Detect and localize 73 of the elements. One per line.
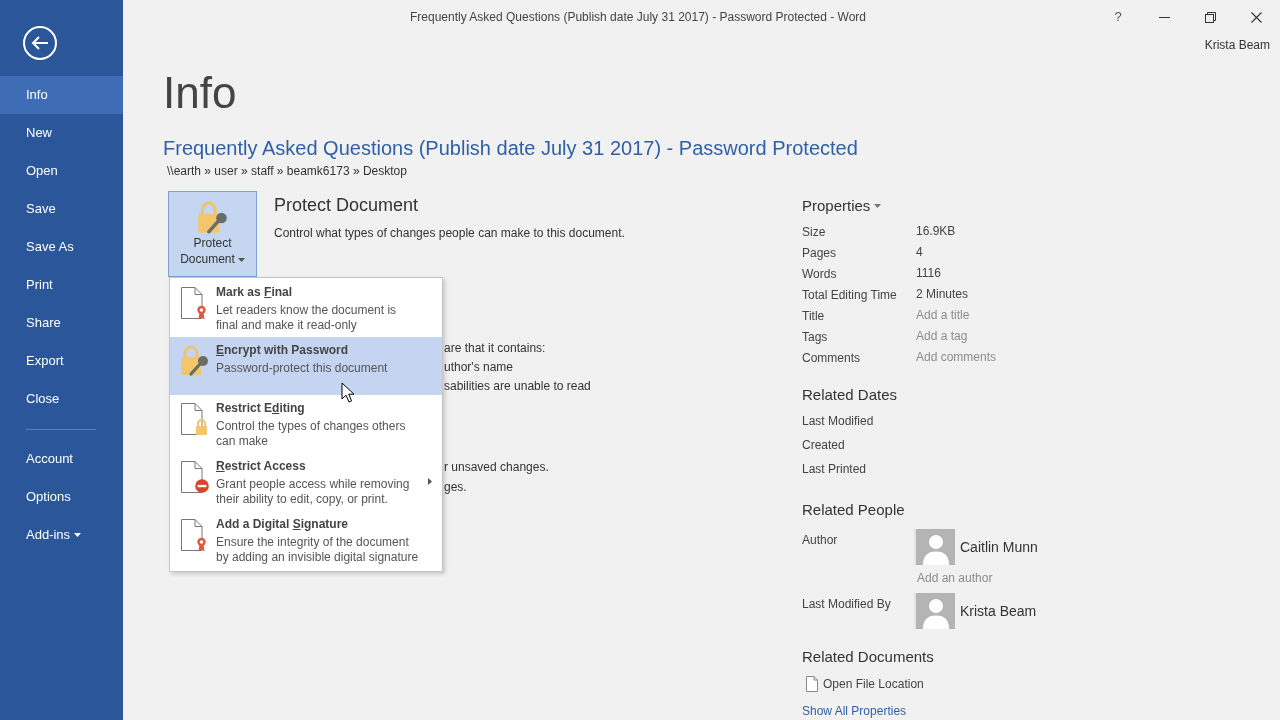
- property-label: Tags: [802, 329, 828, 344]
- menu-item[interactable]: Encrypt with Password Password-protect this document: [170, 337, 442, 395]
- partial-text-line: ges.: [444, 479, 467, 496]
- sidebar-item[interactable]: Print: [0, 266, 123, 304]
- date-label: Last Modified: [802, 413, 874, 430]
- menu-item[interactable]: Add a Digital Signature Ensure the integrity of the document by adding an invisible digital signature: [170, 511, 442, 569]
- open-file-location-button[interactable]: Open File Location: [806, 676, 924, 692]
- sidebar-item[interactable]: Options: [0, 478, 123, 516]
- properties-heading[interactable]: Properties: [802, 194, 871, 218]
- section-description: Control what types of changes people can make to this document.: [274, 226, 625, 240]
- sidebar-item[interactable]: Share: [0, 304, 123, 342]
- menu-item[interactable]: Restrict Editing Control the types of changes others can make: [170, 395, 442, 453]
- caret-icon: [874, 204, 882, 208]
- avatar-icon: [914, 593, 955, 629]
- property-field[interactable]: Add comments: [916, 347, 1046, 366]
- document-icon: [806, 676, 818, 692]
- partial-text-line: sabilities are unable to read: [444, 377, 591, 395]
- property-label: Size: [802, 224, 826, 239]
- menu-item[interactable]: Mark as Final Let readers know the document is final and make it read-only: [170, 279, 442, 337]
- page-heading: Info: [163, 68, 237, 117]
- sidebar-item[interactable]: Add-ins: [0, 516, 123, 554]
- partial-text-line: uthor's name: [444, 358, 513, 376]
- section-heading: Related Documents: [802, 646, 934, 667]
- property-label: Pages: [802, 245, 837, 260]
- show-all-properties-link[interactable]: Show All Properties: [802, 704, 907, 718]
- restore-icon: [1204, 11, 1216, 23]
- add-author-field[interactable]: Add an author: [917, 570, 1037, 586]
- property-field[interactable]: Add a tag: [916, 326, 1046, 345]
- file-path: \\earth » user » staff » beamk6173 » Desktop: [167, 164, 407, 178]
- section-heading: Related People: [802, 499, 905, 520]
- sidebar-item[interactable]: Save As: [0, 228, 123, 266]
- sidebar-item[interactable]: Info: [0, 76, 123, 114]
- help-button[interactable]: ?: [1095, 0, 1141, 34]
- person-name: Krista Beam: [960, 601, 1037, 621]
- section-heading: Protect Document: [274, 195, 419, 215]
- date-label: Created: [802, 437, 845, 454]
- lock-key-icon: [180, 344, 210, 378]
- close-icon: [1250, 11, 1262, 23]
- sidebar-item[interactable]: Open: [0, 152, 123, 190]
- avatar-icon: [914, 529, 955, 565]
- property-value: 2 Minutes: [916, 285, 969, 303]
- property-value: 1116: [916, 264, 941, 282]
- cursor-icon: [341, 382, 355, 403]
- document-lock-icon: [180, 402, 210, 436]
- minimize-icon: [1158, 16, 1170, 18]
- sidebar-item[interactable]: New: [0, 114, 123, 152]
- person-role-label: Last Modified By: [802, 597, 891, 611]
- partial-text-line: r unsaved changes.: [444, 459, 549, 476]
- sidebar-item[interactable]: Account: [0, 440, 123, 478]
- sidebar-item[interactable]: Close: [0, 380, 123, 418]
- document-no-entry-icon: [180, 460, 210, 494]
- property-value: 16.9KB: [916, 222, 956, 240]
- sidebar-item[interactable]: Export: [0, 342, 123, 380]
- property-label: Total Editing Time: [802, 287, 897, 302]
- property-label: Words: [802, 266, 837, 281]
- user-name[interactable]: Krista Beam: [1204, 35, 1270, 54]
- property-value: 4: [916, 243, 923, 261]
- person-name: Caitlin Munn: [960, 537, 1038, 557]
- property-field[interactable]: Add a title: [916, 305, 1046, 324]
- lock-key-icon: [195, 200, 230, 236]
- caret-icon: [237, 257, 245, 262]
- document-title: Frequently Asked Questions (Publish date July 31 2017) - Password Protected: [163, 137, 858, 159]
- window-title: Frequently Asked Questions (Publish date July 31 2017) - Password Protected - Word: [410, 9, 866, 26]
- back-button[interactable]: [23, 26, 57, 60]
- property-label: Comments: [802, 350, 860, 365]
- menu-item[interactable]: Restrict Access Grant people access while removing their ability to edit, copy, or print.: [170, 453, 442, 511]
- date-label: Last Printed: [802, 461, 867, 478]
- person-role-label: Author: [802, 533, 838, 547]
- sidebar-item[interactable]: Save: [0, 190, 123, 228]
- property-label: Title: [802, 308, 825, 323]
- partial-text-line: are that it contains:: [444, 339, 546, 357]
- section-heading: Related Dates: [802, 384, 898, 405]
- protect-document-button[interactable]: Protect Document: [168, 191, 257, 277]
